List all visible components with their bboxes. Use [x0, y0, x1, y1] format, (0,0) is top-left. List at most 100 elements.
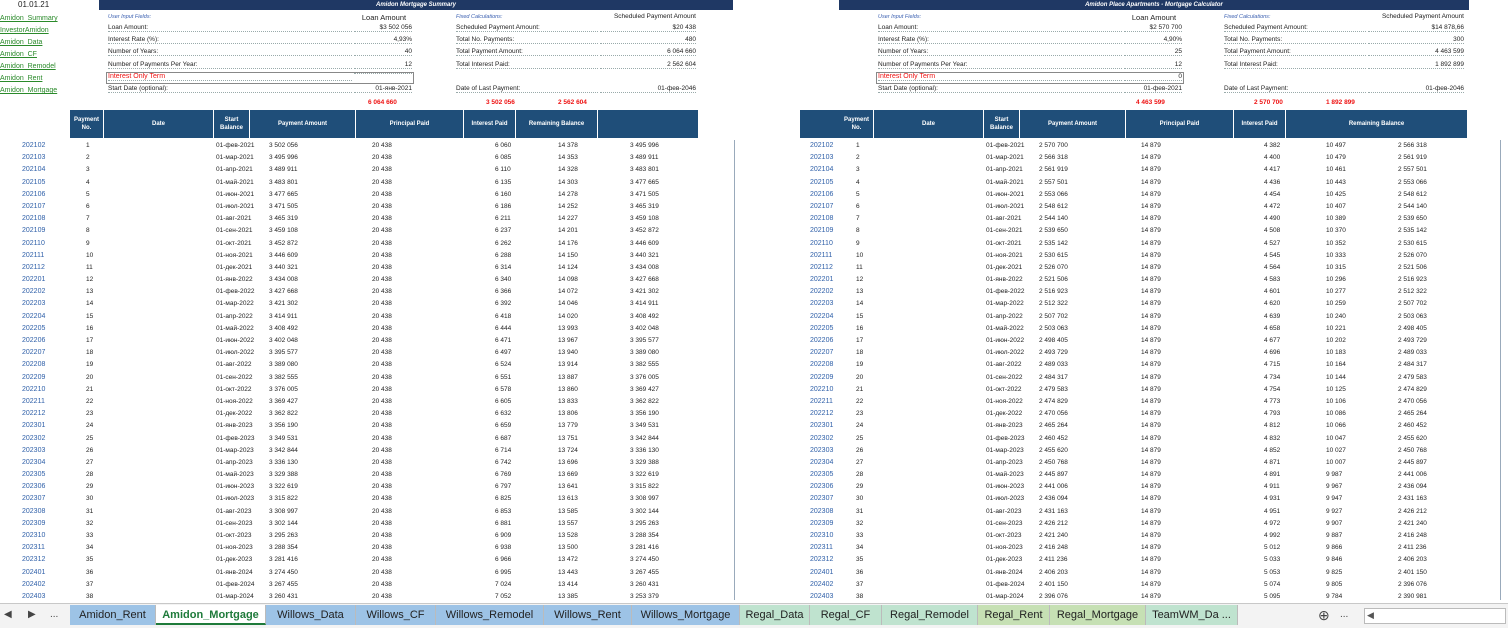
input-value[interactable]: 25: [1124, 48, 1182, 57]
table-cell: 3 483 801: [630, 166, 659, 174]
table-cell: 14 227: [558, 215, 578, 223]
table-cell: 3 402 048: [269, 337, 298, 344]
fixed-calc-label: Fixed Calculations:: [456, 14, 503, 20]
mortgage-calculator-panel: Amidon Place Apartments - Mortgage Calcu…: [800, 0, 1508, 600]
sheet-link[interactable]: Amidon_Remodel: [0, 61, 70, 73]
input-label: Interest Rate (%):: [108, 36, 352, 45]
period-code: 202309: [22, 519, 46, 527]
input-value[interactable]: 01-фев-2021: [1124, 85, 1182, 93]
tab-willows-cf[interactable]: Willows_CF: [356, 605, 436, 625]
table-cell: 3 356 190: [269, 422, 298, 430]
tab-scroll-right-icon[interactable]: ▶: [28, 604, 36, 626]
table-cell: 6 551: [495, 373, 512, 381]
table-cell: 14 879: [1141, 434, 1161, 442]
table-cell: 4 400: [1264, 154, 1281, 162]
tab-regal-mortgage[interactable]: Regal_Mortgage: [1050, 605, 1146, 625]
table-cell: 14 879: [1141, 190, 1161, 198]
table-cell: 14 879: [1141, 483, 1161, 491]
table-cell: 2 521 506: [1039, 276, 1068, 284]
table-cell: 2 411 236: [1398, 544, 1427, 552]
input-value[interactable]: 4,90%: [1124, 36, 1182, 45]
sheet-link[interactable]: Amidon_Rent: [0, 73, 70, 85]
table-cell: 17: [86, 337, 94, 344]
sheet-link[interactable]: Amidon_Mortgage: [0, 85, 70, 97]
tab-amidon-mortgage[interactable]: Amidon_Mortgage: [156, 605, 266, 625]
table-cell: 5 095: [1264, 592, 1281, 600]
table-cell: 6 211: [495, 215, 511, 223]
period-code: 202106: [22, 190, 46, 198]
input-value[interactable]: $2 570 700: [1124, 24, 1182, 32]
input-value[interactable]: 4,93%: [354, 36, 412, 45]
table-cell: 10 479: [1326, 154, 1346, 162]
table-row: 202402 37 01-фев-2024 2 401 150 14 879 5 074 9…: [800, 579, 1468, 591]
input-value[interactable]: 12: [354, 61, 412, 69]
table-cell: 9 887: [1326, 532, 1343, 539]
table-cell: 14 879: [1141, 592, 1161, 600]
sheet-link[interactable]: Amidon_Summary: [0, 13, 70, 25]
tab-willows-rent[interactable]: Willows_Rent: [544, 605, 632, 625]
table-row: 202111 10 01-ноя-2021 3 446 609 20 438 6 288 1…: [22, 250, 698, 262]
table-row: 202202 13 01-фев-2022 3 427 668 20 438 6 366 1…: [22, 286, 698, 298]
tab-regal-remodel[interactable]: Regal_Remodel: [882, 605, 978, 625]
tab-scroll-left-icon[interactable]: ◀: [4, 604, 12, 626]
add-sheet-icon[interactable]: ⊕: [1318, 604, 1330, 626]
tab-willows-remodel[interactable]: Willows_Remodel: [436, 605, 544, 625]
tab-willows-data[interactable]: Willows_Data: [266, 605, 356, 625]
horizontal-scrollbar[interactable]: ◀: [1364, 608, 1506, 624]
table-cell: 3 369 427: [630, 385, 659, 393]
tab-more-right-icon[interactable]: ...: [1340, 604, 1348, 626]
table-cell: 20: [86, 373, 94, 381]
table-cell: 25: [86, 434, 94, 442]
input-value[interactable]: [354, 72, 412, 74]
table-cell: 24: [86, 422, 94, 430]
table-cell: 13 443: [558, 568, 578, 576]
table-cell: 20 438: [372, 300, 392, 308]
table-cell: 2 521 506: [1398, 263, 1427, 271]
period-code: 202211: [810, 397, 833, 405]
input-value[interactable]: 01-янв-2021: [354, 85, 412, 93]
table-cell: 9 846: [1326, 556, 1343, 564]
table-cell: 20 438: [372, 324, 392, 332]
tab-regal-data[interactable]: Regal_Data: [740, 605, 810, 625]
table-row: 202111 10 01-ноя-2021 2 530 615 14 879 4 545 1…: [800, 250, 1468, 262]
sheet-link[interactable]: Amidon_Data: [0, 37, 70, 49]
tab-more-icon[interactable]: ...: [50, 604, 58, 626]
table-cell: 10 407: [1326, 202, 1346, 210]
tab-willows-mortgage[interactable]: Willows_Mortgage: [632, 605, 740, 625]
table-cell: 01-июн-2021: [986, 190, 1025, 198]
table-cell: 14 201: [558, 227, 578, 235]
column-header: Payment Amount: [1020, 110, 1126, 138]
tab-teamwm-da[interactable]: TeamWM_Da ...: [1146, 605, 1238, 625]
table-cell: 6 444: [495, 324, 512, 332]
tab-amidon-rent[interactable]: Amidon_Rent: [70, 605, 156, 625]
table-cell: 2 474 829: [1398, 385, 1427, 393]
table-cell: 4 931: [1264, 495, 1281, 503]
tab-regal-cf[interactable]: Regal_CF: [810, 605, 882, 625]
table-cell: 4 734: [1264, 373, 1281, 381]
input-value[interactable]: 12: [1124, 61, 1182, 69]
table-cell: 20 438: [372, 580, 392, 588]
table-cell: 14 879: [1141, 215, 1161, 223]
tab-regal-rent[interactable]: Regal_Rent: [978, 605, 1050, 625]
table-cell: 01-ноя-2022: [216, 397, 253, 405]
table-cell: 14 303: [558, 178, 578, 186]
sheet-link[interactable]: Amidon_CF: [0, 49, 70, 61]
input-value[interactable]: 40: [354, 48, 412, 57]
table-row: 202302 25 01-фев-2023 3 349 531 20 438 6 687 1…: [22, 433, 698, 445]
input-value[interactable]: 0: [1124, 73, 1182, 81]
table-cell: 4 891: [1264, 471, 1281, 479]
table-cell: 6 135: [495, 178, 512, 186]
period-code: 202307: [810, 495, 834, 503]
table-cell: 01-янв-2024: [986, 568, 1023, 576]
column-header: Principal Paid: [1126, 110, 1234, 138]
table-cell: 2 401 150: [1039, 580, 1068, 588]
table-cell: 6 578: [495, 385, 512, 393]
input-value[interactable]: $3 502 056: [354, 24, 412, 32]
table-cell: 6 825: [495, 495, 512, 503]
table-row: 202105 4 01-май-2021 3 483 801 20 438 6 135 14…: [22, 177, 698, 189]
table-cell: 3 362 822: [630, 397, 659, 405]
scroll-left-arrow-icon[interactable]: ◀: [1367, 610, 1374, 621]
sheet-link[interactable]: InvestorAmidon: [0, 25, 70, 37]
panel-title: Amidon Mortgage Summary: [99, 0, 733, 10]
table-cell: 3 267 455: [630, 568, 659, 576]
